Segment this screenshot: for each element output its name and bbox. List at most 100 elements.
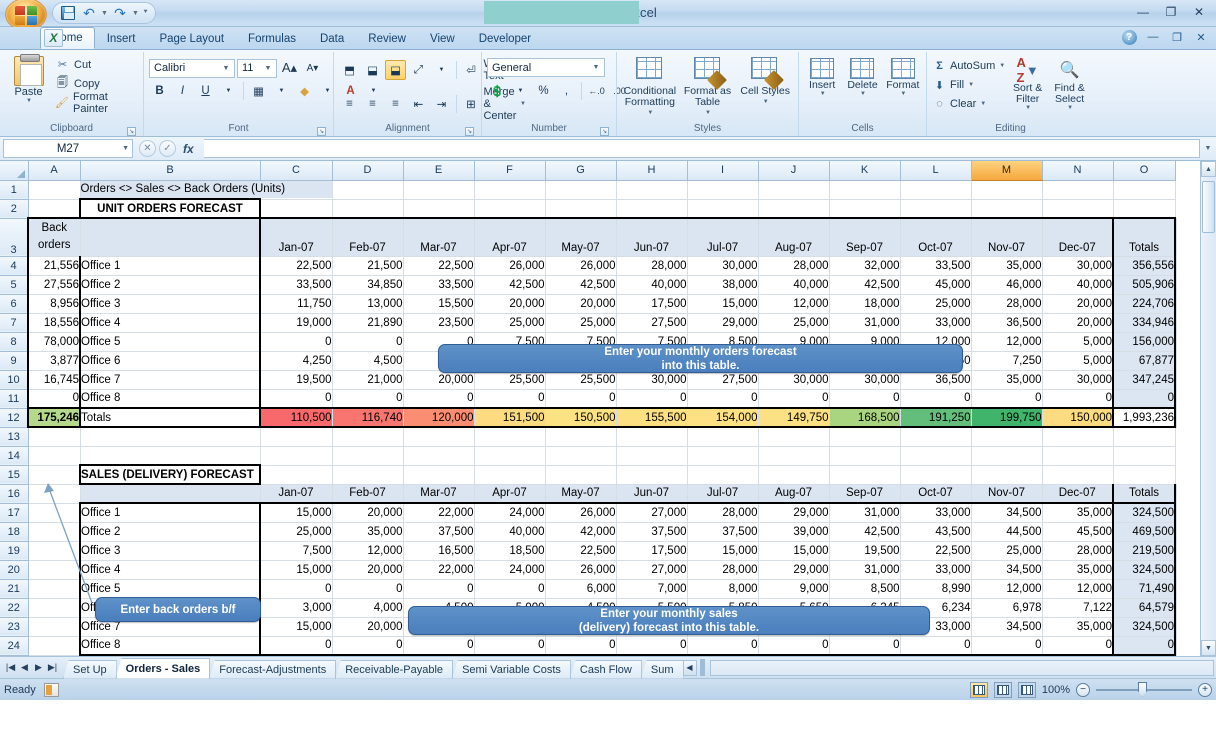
sales-cell-7-Jan-07[interactable]: 15,000 [260, 617, 333, 637]
orders-cell-3-Mar-07[interactable]: 15,500 [403, 294, 475, 314]
window-controls[interactable]: — ❐ ✕ [1130, 3, 1212, 20]
orders-cell-1-Oct-07[interactable]: 33,500 [900, 256, 972, 276]
orders-total-Apr-07[interactable]: 151,500 [474, 407, 546, 428]
orders-cell-4-Feb-07[interactable]: 21,890 [332, 313, 404, 333]
orders-cell-4-May-07[interactable]: 25,000 [545, 313, 617, 333]
cell-o4[interactable] [1175, 256, 1177, 276]
italic-icon[interactable]: I [172, 81, 193, 101]
orders-total-Mar-07[interactable]: 120,000 [403, 407, 475, 428]
row-header-11[interactable]: 11 [0, 389, 29, 409]
orders-cell-4-Jan-07[interactable]: 19,000 [260, 313, 333, 333]
row-header-3[interactable]: 3 [0, 218, 29, 257]
cell-O1[interactable] [1113, 180, 1176, 200]
sales-cell-8-Mar-07[interactable]: 0 [403, 636, 475, 656]
sales-office-label-5[interactable]: Office 5 [79, 579, 261, 599]
orders-cell-3-Oct-07[interactable]: 25,000 [900, 294, 972, 314]
sales-cell-3-Feb-07[interactable]: 12,000 [332, 541, 404, 561]
orders-total-Sep-07[interactable]: 168,500 [829, 407, 901, 428]
row-header-13[interactable]: 13 [0, 427, 29, 447]
cell-o22[interactable] [1175, 598, 1177, 618]
sales-office-label-4[interactable]: Office 4 [79, 560, 261, 580]
cell-O13[interactable] [1113, 427, 1176, 447]
sales-cell-8-Nov-07[interactable]: 0 [971, 636, 1043, 656]
month-header-orders-Dec-07[interactable]: Dec-07 [1042, 217, 1114, 257]
row-header-2[interactable]: 2 [0, 199, 29, 219]
orders-cell-2-Apr-07[interactable]: 42,500 [474, 275, 546, 295]
orders-cell-6-Feb-07[interactable]: 4,500 [332, 351, 404, 371]
month-header-orders-Jun-07[interactable]: Jun-07 [616, 217, 688, 257]
sheet-row[interactable]: 5 27,556 Office 2 33,500 34,850 33,500 42,500 4… [0, 275, 1177, 295]
cell-D1[interactable] [332, 180, 404, 200]
sales-row-total-1[interactable]: 324,500 [1112, 502, 1176, 523]
sales-cell-8-Sep-07[interactable]: 0 [829, 636, 901, 656]
orders-cell-2-Nov-07[interactable]: 46,000 [971, 275, 1043, 295]
cancel-formula-icon[interactable]: ✕ [139, 140, 156, 157]
month-header-sales-Feb-07[interactable]: Feb-07 [332, 484, 404, 504]
orders-office-label-5[interactable]: Office 5 [79, 332, 261, 352]
sales-cell-4-Nov-07[interactable]: 34,500 [971, 560, 1043, 580]
month-header-orders-Jul-07[interactable]: Jul-07 [687, 217, 759, 257]
cell-o16[interactable] [1175, 484, 1177, 504]
orders-cell-5-Feb-07[interactable]: 0 [332, 332, 404, 352]
sales-cell-5-Feb-07[interactable]: 0 [332, 579, 404, 599]
month-header-sales-Sep-07[interactable]: Sep-07 [829, 484, 901, 504]
comma-style-icon[interactable]: , [556, 81, 577, 101]
tab-developer[interactable]: Developer [467, 28, 543, 49]
sales-total-Jun-07[interactable]: 148,500 [616, 654, 688, 656]
cell-o11[interactable] [1175, 389, 1177, 409]
minimize-workbook-icon[interactable]: — [1142, 29, 1164, 45]
sales-cell-2-Mar-07[interactable]: 37,500 [403, 522, 475, 542]
sales-cell-6-Jan-07[interactable]: 3,000 [260, 598, 333, 618]
row-header-8[interactable]: 8 [0, 332, 29, 352]
orders-cell-8-Oct-07[interactable]: 0 [900, 389, 972, 409]
borders-dropdown-icon[interactable]: ▼ [271, 81, 292, 101]
sheet-row[interactable]: 16 Jan-07 Feb-07 Mar-07 Apr-07 May-07 Jun-07 Ju… [0, 484, 1177, 504]
orders-row-total-5[interactable]: 156,000 [1112, 332, 1176, 352]
row-header-9[interactable]: 9 [0, 351, 29, 371]
cell-J13[interactable] [758, 427, 830, 447]
cell-I13[interactable] [687, 427, 759, 447]
cell-M13[interactable] [971, 427, 1043, 447]
sales-cell-7-Nov-07[interactable]: 34,500 [971, 617, 1043, 637]
month-header-orders-Sep-07[interactable]: Sep-07 [829, 217, 901, 257]
sales-office-label-3[interactable]: Office 3 [79, 541, 261, 561]
cell-styles-button[interactable]: Cell Styles ▼ [737, 57, 793, 108]
accounting-format-icon[interactable]: 💲 [487, 81, 508, 101]
paste-dropdown-icon[interactable]: ▼ [26, 98, 32, 104]
increase-decimal-icon[interactable]: ←.0 [586, 81, 607, 101]
orders-cell-5-Nov-07[interactable]: 12,000 [971, 332, 1043, 352]
cell-L15[interactable] [900, 465, 972, 485]
cell-K14[interactable] [829, 446, 901, 466]
sales-total-Oct-07[interactable]: 180,224 [900, 654, 972, 656]
sheet-tab-semi-variable-costs[interactable]: Semi Variable Costs [452, 659, 571, 679]
sort-filter-button[interactable]: A Z ▼ Sort & Filter ▼ [1008, 55, 1047, 111]
month-header-orders-Feb-07[interactable]: Feb-07 [332, 217, 404, 257]
last-sheet-icon[interactable]: ▶| [46, 662, 59, 673]
orders-cell-1-Sep-07[interactable]: 32,000 [829, 256, 901, 276]
sales-office-label-2[interactable]: Office 2 [79, 522, 261, 542]
sales-row-total-6[interactable]: 64,579 [1112, 598, 1176, 618]
month-header-orders-Nov-07[interactable]: Nov-07 [971, 217, 1043, 257]
sales-cell-1-Dec-07[interactable]: 35,000 [1042, 502, 1114, 523]
sales-cell-3-Aug-07[interactable]: 15,000 [758, 541, 830, 561]
cell-G14[interactable] [545, 446, 617, 466]
orders-cell-8-Jan-07[interactable]: 0 [260, 389, 333, 409]
row-header-24[interactable]: 24 [0, 636, 29, 656]
cell-a22[interactable] [28, 598, 81, 618]
accounting-dropdown-icon[interactable]: ▼ [510, 81, 531, 101]
tab-review[interactable]: Review [356, 28, 418, 49]
sales-cell-1-Nov-07[interactable]: 34,500 [971, 502, 1043, 523]
orders-office-label-8[interactable]: Office 8 [79, 389, 261, 409]
sales-cell-1-Apr-07[interactable]: 24,000 [474, 502, 546, 523]
sales-total-Mar-07[interactable]: 124,500 [403, 654, 475, 656]
cell-C14[interactable] [260, 446, 333, 466]
cell-o21[interactable] [1175, 579, 1177, 599]
sales-cell-2-Aug-07[interactable]: 39,000 [758, 522, 830, 542]
month-header-orders-Jan-07[interactable]: Jan-07 [260, 217, 333, 257]
select-all-corner[interactable] [0, 161, 29, 181]
month-header-sales-Oct-07[interactable]: Oct-07 [900, 484, 972, 504]
cell-a3-back-orders-header[interactable]: Back orders [27, 217, 81, 257]
month-header-orders-Mar-07[interactable]: Mar-07 [403, 217, 475, 257]
orders-cell-4-Aug-07[interactable]: 25,000 [758, 313, 830, 333]
sales-row-total-2[interactable]: 469,500 [1112, 522, 1176, 542]
